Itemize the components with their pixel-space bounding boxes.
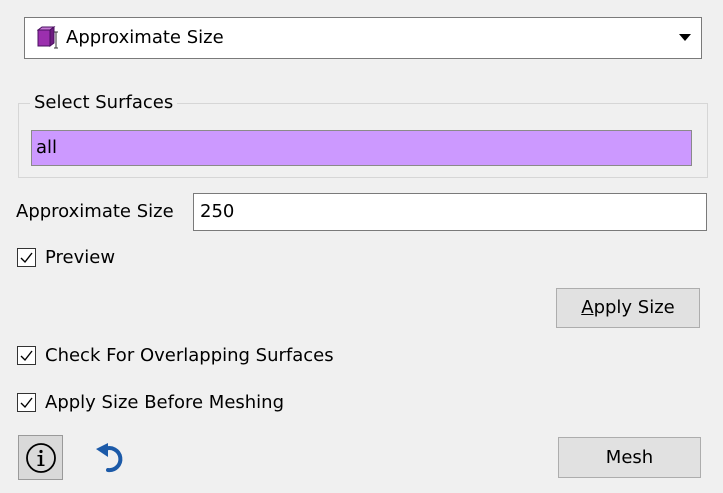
checkmark-icon (20, 252, 33, 264)
check-overlapping-label: Check For Overlapping Surfaces (45, 345, 334, 366)
apply-size-button[interactable]: Apply Size (556, 288, 700, 328)
mode-dropdown-label: Approximate Size (66, 27, 224, 48)
surfaces-selection-field[interactable]: all (31, 130, 692, 166)
mesh-button[interactable]: Mesh (558, 437, 701, 478)
cube-size-icon (37, 26, 58, 49)
info-icon (26, 443, 56, 473)
apply-size-label: pply Size (593, 297, 675, 318)
surfaces-selection-value: all (36, 137, 58, 158)
mode-dropdown[interactable]: Approximate Size (24, 17, 702, 59)
undo-icon[interactable] (94, 440, 130, 476)
select-surfaces-legend: Select Surfaces (30, 91, 178, 115)
approximate-size-label: Approximate Size (16, 201, 174, 222)
checkmark-icon (20, 350, 33, 362)
approximate-size-input[interactable]: 250 (193, 193, 707, 231)
check-overlapping-checkbox[interactable] (17, 346, 36, 365)
apply-size-mnemonic: A (581, 297, 594, 318)
preview-label: Preview (45, 247, 116, 268)
approximate-size-value: 250 (200, 201, 235, 222)
apply-before-meshing-label: Apply Size Before Meshing (45, 392, 285, 413)
preview-checkbox[interactable] (17, 248, 36, 267)
chevron-down-icon (679, 34, 691, 41)
apply-before-meshing-checkbox[interactable] (17, 393, 36, 412)
info-button[interactable] (18, 435, 63, 480)
checkmark-icon (20, 397, 33, 409)
